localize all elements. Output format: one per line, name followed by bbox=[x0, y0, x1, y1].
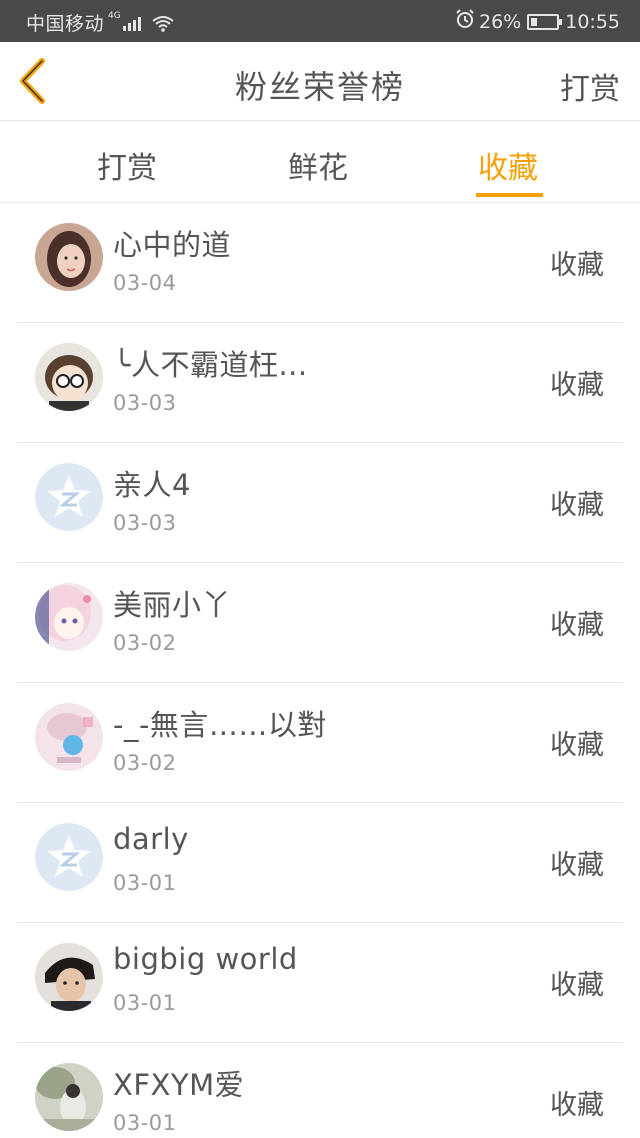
network-type: 4G bbox=[108, 10, 121, 21]
page-title: 粉丝荣誉榜 bbox=[234, 68, 405, 106]
alarm-icon bbox=[455, 9, 475, 34]
avatar bbox=[35, 943, 103, 1011]
list-item[interactable]: darly 03-01 收藏 bbox=[18, 803, 622, 923]
status-left: 中国移动 4G bbox=[26, 9, 175, 36]
tab-flowers[interactable]: 鲜花 bbox=[288, 143, 348, 187]
fan-name: 亲人4 bbox=[113, 468, 191, 502]
fan-action-label: 收藏 bbox=[550, 850, 604, 881]
fan-date: 03-01 bbox=[113, 1111, 177, 1135]
list-item[interactable]: 心中的道 03-04 收藏 bbox=[18, 203, 622, 323]
fan-action-label: 收藏 bbox=[550, 250, 604, 281]
battery-icon bbox=[527, 13, 563, 30]
carrier-label: 中国移动 bbox=[26, 13, 105, 35]
fan-list: 心中的道 03-04 收藏 ╰人不霸道枉... 03-03 收藏 亲人4 03-… bbox=[0, 203, 640, 1138]
battery-fill bbox=[531, 17, 538, 26]
status-right: 26% 10:55 bbox=[455, 9, 620, 34]
fan-name: 心中的道 bbox=[113, 228, 232, 262]
fan-name: XFXYM爱 bbox=[113, 1068, 245, 1102]
nav-bar: 粉丝荣誉榜 打赏 bbox=[0, 42, 640, 121]
wifi-icon bbox=[151, 14, 175, 32]
avatar bbox=[35, 583, 103, 651]
avatar bbox=[35, 343, 103, 411]
list-item[interactable]: XFXYM爱 03-01 收藏 bbox=[18, 1043, 622, 1138]
reward-button[interactable]: 打赏 bbox=[560, 64, 620, 108]
fan-action-label: 收藏 bbox=[550, 1090, 604, 1121]
avatar bbox=[35, 703, 103, 771]
fan-action-label: 收藏 bbox=[550, 970, 604, 1001]
fan-action-label: 收藏 bbox=[550, 490, 604, 521]
list-item[interactable]: -_-無言……以對 03-02 收藏 bbox=[18, 683, 622, 803]
fan-action-label: 收藏 bbox=[550, 610, 604, 641]
active-tab-indicator bbox=[476, 193, 543, 197]
fan-name: -_-無言……以對 bbox=[113, 708, 327, 742]
fan-action-label: 收藏 bbox=[550, 370, 604, 401]
fan-date: 03-03 bbox=[113, 511, 177, 535]
list-item[interactable]: 美丽小丫 03-02 收藏 bbox=[18, 563, 622, 683]
fan-name: ╰人不霸道枉... bbox=[113, 348, 308, 382]
tab-bar: 打赏 鲜花 收藏 bbox=[0, 121, 640, 203]
status-bar: 中国移动 4G 26% 10:55 bbox=[0, 0, 640, 42]
fan-date: 03-02 bbox=[113, 751, 177, 775]
fan-action-label: 收藏 bbox=[550, 730, 604, 761]
tab-reward[interactable]: 打赏 bbox=[97, 143, 157, 187]
fan-date: 03-01 bbox=[113, 871, 177, 895]
clock: 10:55 bbox=[565, 10, 620, 33]
avatar bbox=[35, 823, 103, 891]
tab-favorites[interactable]: 收藏 bbox=[478, 143, 538, 187]
battery-percent: 26% bbox=[479, 10, 522, 33]
list-item[interactable]: 亲人4 03-03 收藏 bbox=[18, 443, 622, 563]
avatar bbox=[35, 1063, 103, 1131]
fan-date: 03-01 bbox=[113, 991, 177, 1015]
fan-name: 美丽小丫 bbox=[113, 588, 232, 622]
fan-name: darly bbox=[113, 822, 189, 856]
fan-date: 03-04 bbox=[113, 271, 177, 295]
signal-icon bbox=[122, 15, 141, 31]
fan-date: 03-03 bbox=[113, 391, 177, 415]
avatar bbox=[35, 463, 103, 531]
list-item[interactable]: bigbig world 03-01 收藏 bbox=[18, 923, 622, 1043]
list-item[interactable]: ╰人不霸道枉... 03-03 收藏 bbox=[18, 323, 622, 443]
avatar bbox=[35, 223, 103, 291]
fan-name: bigbig world bbox=[113, 942, 298, 976]
fan-date: 03-02 bbox=[113, 631, 177, 655]
